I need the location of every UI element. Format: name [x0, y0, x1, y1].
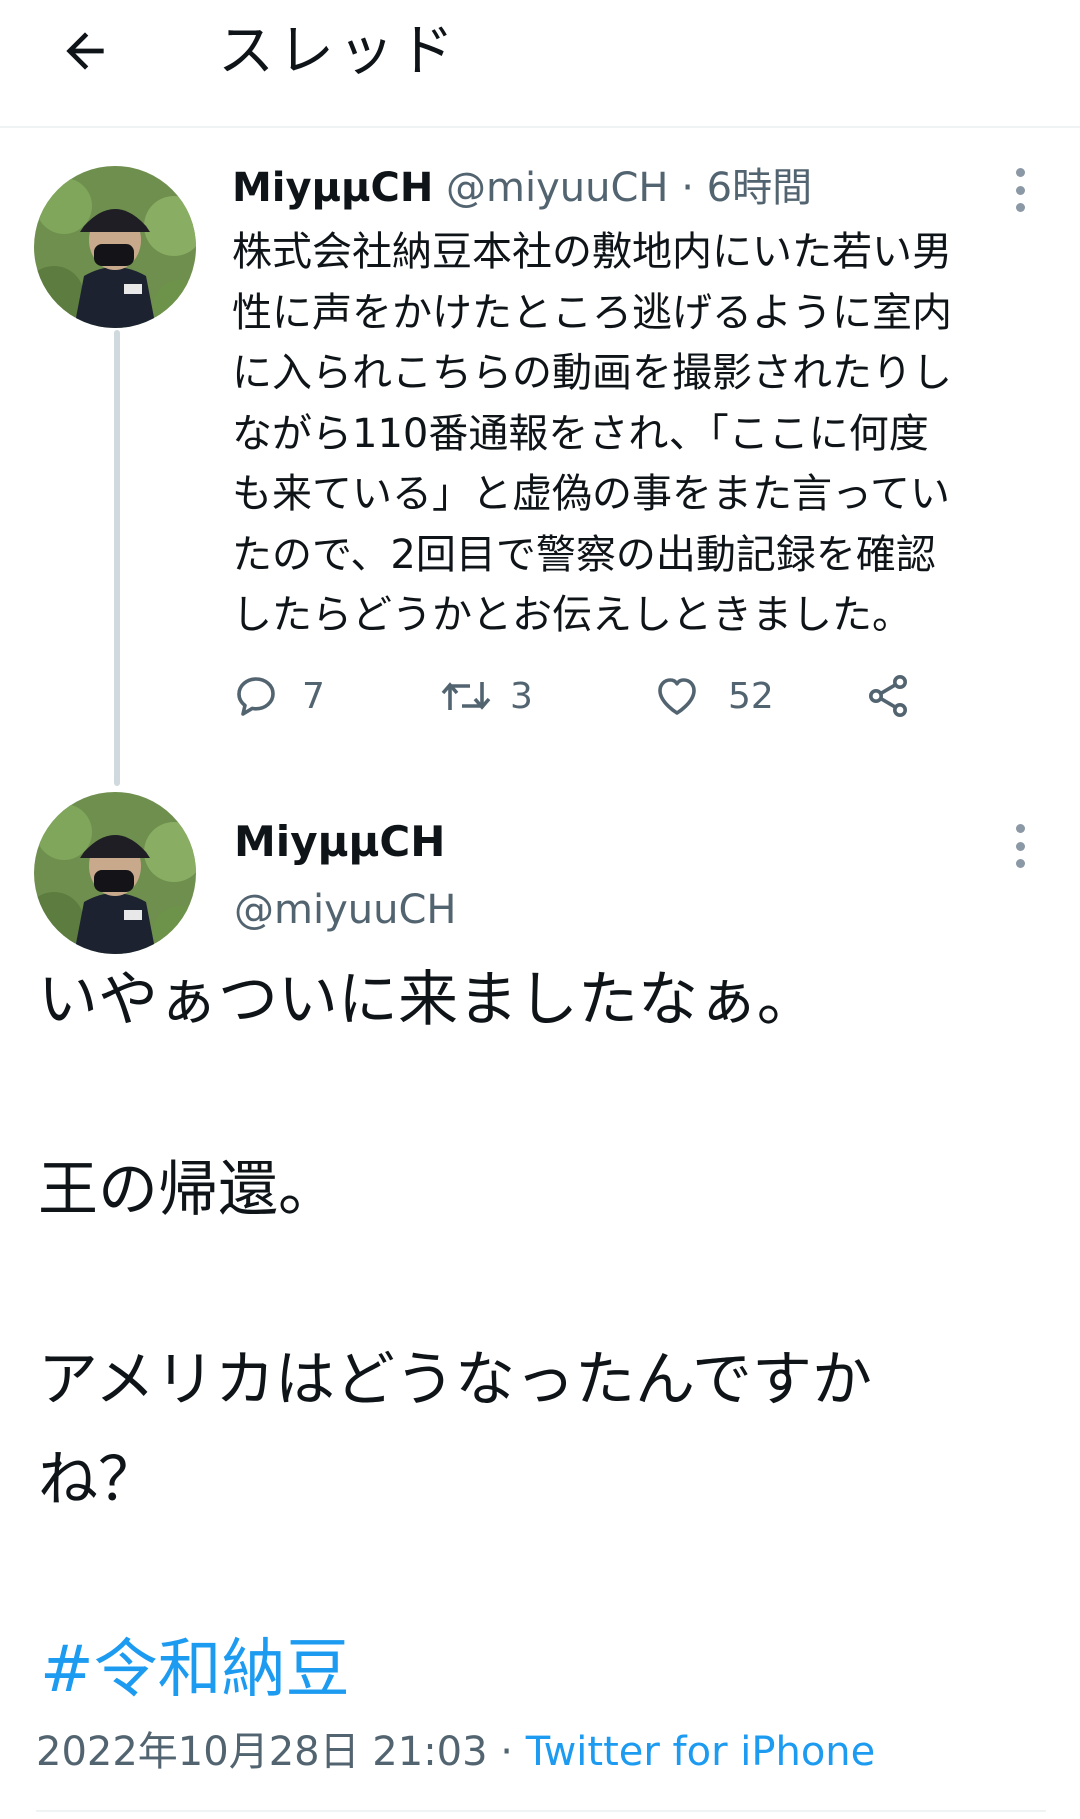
meta-separator: ·	[668, 165, 707, 211]
tweet-text-line: したらどうかとお伝えしときました。	[232, 592, 912, 638]
tweet-timestamp-row: 2022年10月28日 21:03 · Twitter for iPhone	[36, 1722, 875, 1782]
top-bar: スレッド	[0, 0, 1080, 128]
retweet-button[interactable]: 3	[440, 664, 533, 728]
user-handle[interactable]: @miyuuCH	[446, 165, 668, 211]
tweet-text-line: 株式会社納豆本社の敷地内にいた若い男	[232, 229, 952, 275]
thread-connector	[114, 330, 120, 786]
tweet-time[interactable]: 6時間	[707, 165, 812, 211]
more-dot	[1015, 185, 1025, 195]
avatar[interactable]	[34, 166, 196, 328]
tweet-text: いやぁついに来ましたなぁ。 王の帰還。 アメリカはどうなったんですか ね？	[38, 950, 1048, 1530]
meta-separator: ·	[487, 1729, 526, 1775]
tweet-text: 株式会社納豆本社の敷地内にいた若い男 性に声をかけたところ逃げるように室内 に入…	[232, 222, 1052, 646]
tweet-paragraph: いやぁついに来ましたなぁ。	[38, 965, 817, 1035]
share-button[interactable]	[864, 664, 912, 728]
tweet-text-line: ながら110番通報をされ、「ここに何度	[232, 410, 929, 457]
reply-button[interactable]: 7	[232, 664, 325, 728]
like-button[interactable]: 52	[652, 664, 774, 728]
tweet-text-line: たので、2回目で警察の出動記録を確認	[232, 531, 936, 578]
avatar[interactable]	[34, 792, 196, 954]
hashtag-link[interactable]: #令和納豆	[40, 1622, 350, 1718]
display-name[interactable]: MiyμμCH	[234, 812, 445, 872]
divider	[36, 1810, 1046, 1812]
more-options-button[interactable]	[1000, 160, 1040, 220]
share-icon	[869, 675, 907, 717]
tweet-actions: 7 3 52	[232, 664, 932, 728]
arrow-left-icon	[66, 32, 104, 70]
display-name[interactable]: MiyμμCH	[232, 165, 433, 211]
tweet-timestamp[interactable]: 2022年10月28日 21:03	[36, 1729, 488, 1775]
more-dot	[1015, 841, 1025, 851]
reply-icon	[237, 677, 275, 716]
more-dot	[1015, 859, 1025, 868]
retweet-icon	[441, 682, 491, 710]
page-title: スレッド	[218, 19, 458, 84]
tweet-header: MiyμμCH @miyuuCH · 6時間	[232, 160, 812, 216]
more-dot	[1015, 203, 1025, 212]
tweet-text-line: 性に声をかけたところ逃げるように室内	[232, 289, 952, 336]
back-button[interactable]	[48, 14, 122, 88]
tweet-paragraph: アメリカはどうなったんですか	[38, 1345, 872, 1415]
more-vertical-icon	[1015, 824, 1025, 833]
tweet-source-link[interactable]: Twitter for iPhone	[526, 1729, 876, 1775]
retweet-count: 3	[510, 675, 533, 717]
heart-icon	[658, 678, 696, 715]
user-handle[interactable]: @miyuuCH	[234, 880, 456, 940]
more-vertical-icon	[1015, 168, 1025, 177]
tweet-paragraph: ね？	[38, 1445, 158, 1515]
like-count: 52	[728, 675, 774, 717]
more-options-button[interactable]	[1000, 816, 1040, 876]
tweet-paragraph: 王の帰還。	[38, 1155, 338, 1225]
tweet-text-line: も来ている」と虚偽の事をまた言ってい	[232, 471, 950, 517]
tweet-text-line: に入られこちらの動画を撮影されたりし	[232, 350, 952, 396]
reply-count: 7	[302, 675, 325, 717]
